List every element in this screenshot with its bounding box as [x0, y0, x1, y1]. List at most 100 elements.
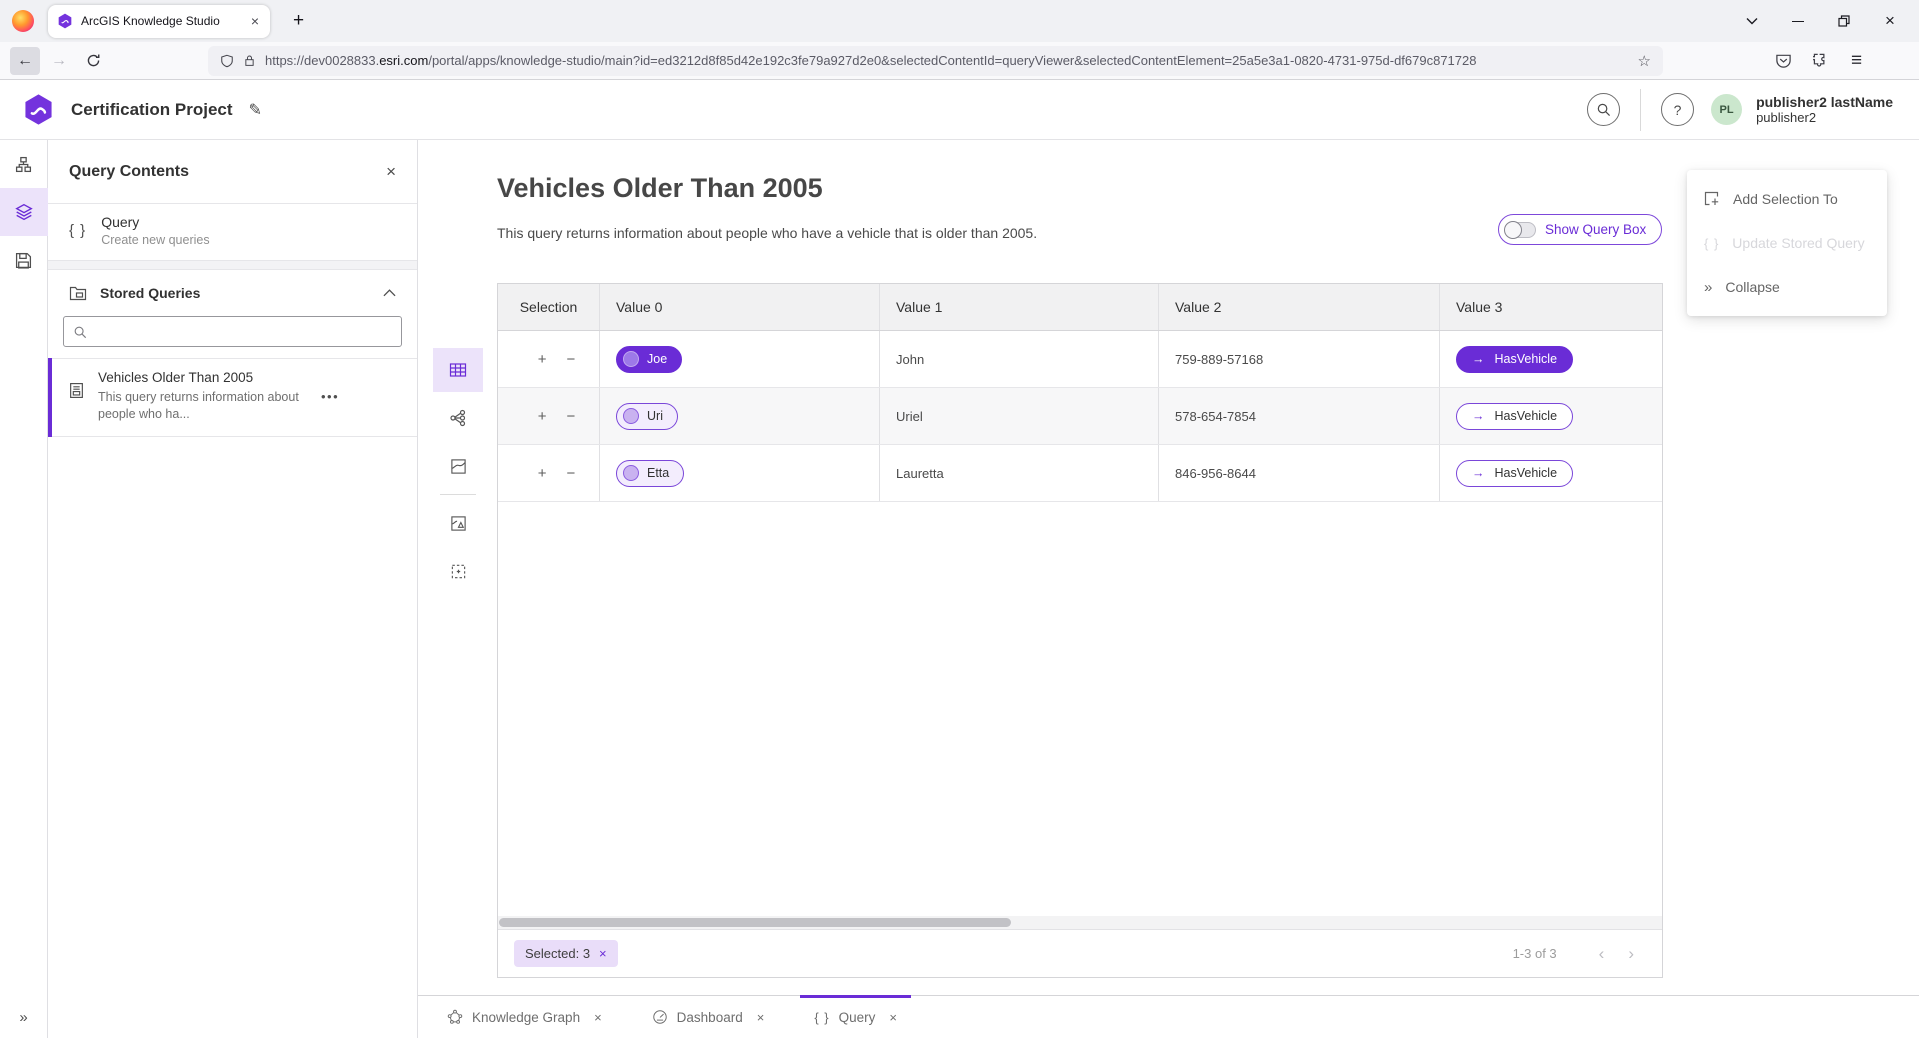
- show-query-box-label: Show Query Box: [1545, 222, 1646, 237]
- question-icon: ?: [1674, 102, 1682, 118]
- shield-icon[interactable]: [220, 54, 234, 68]
- header-search-button[interactable]: [1587, 93, 1620, 126]
- firefox-logo-icon[interactable]: [12, 10, 34, 32]
- close-tab-icon[interactable]: ×: [594, 1010, 602, 1025]
- header-divider: [1640, 89, 1641, 131]
- remove-selection-button[interactable]: −: [567, 352, 576, 367]
- menu-hamburger-icon[interactable]: ≡: [1851, 50, 1862, 72]
- selected-count-chip[interactable]: Selected: 3 ×: [514, 940, 618, 967]
- add-selection-button[interactable]: +: [538, 409, 547, 424]
- relationship-pill[interactable]: →HasVehicle: [1456, 403, 1573, 430]
- bookmark-star-icon[interactable]: ☆: [1638, 52, 1651, 70]
- window-minimize-button[interactable]: [1775, 5, 1821, 37]
- table-view-button[interactable]: [433, 348, 483, 392]
- arrow-right-icon: →: [1472, 466, 1485, 480]
- item-overflow-menu-icon[interactable]: •••: [321, 389, 339, 404]
- user-info[interactable]: publisher2 lastName publisher2: [1756, 94, 1905, 126]
- forward-button[interactable]: →: [44, 47, 74, 75]
- app-header: Certification Project ✎ ? PL publisher2 …: [0, 80, 1919, 140]
- entity-pill[interactable]: Uri: [616, 403, 678, 430]
- column-header-value2: Value 2: [1158, 284, 1439, 330]
- panel-header: Query Contents ×: [48, 140, 417, 204]
- extensions-puzzle-icon[interactable]: [1813, 52, 1830, 69]
- tab-knowledge-graph[interactable]: Knowledge Graph ×: [433, 996, 616, 1038]
- selected-indicator-bar: [48, 358, 52, 437]
- remove-selection-button[interactable]: −: [567, 466, 576, 481]
- tab-list-chevron-icon[interactable]: [1729, 5, 1775, 37]
- rail-project-tree-button[interactable]: [0, 140, 48, 188]
- chevron-up-icon[interactable]: [383, 289, 396, 297]
- stored-queries-title: Stored Queries: [100, 285, 370, 301]
- selection-tool-button[interactable]: [433, 549, 483, 593]
- relationship-pill[interactable]: →HasVehicle: [1456, 346, 1573, 373]
- edit-title-icon[interactable]: ✎: [249, 100, 262, 120]
- rail-contents-button[interactable]: [0, 188, 48, 236]
- entity-pill[interactable]: Etta: [616, 460, 684, 487]
- close-tab-icon[interactable]: ×: [889, 1010, 897, 1025]
- toggle-switch[interactable]: [1505, 222, 1536, 238]
- reload-button[interactable]: [78, 47, 108, 75]
- back-button[interactable]: ←: [10, 47, 40, 75]
- stored-query-item[interactable]: Vehicles Older Than 2005 This query retu…: [48, 358, 417, 437]
- show-query-box-toggle[interactable]: Show Query Box: [1498, 214, 1662, 245]
- help-button[interactable]: ?: [1661, 93, 1694, 126]
- project-title: Certification Project: [71, 100, 233, 120]
- entity-icon: [623, 351, 639, 367]
- toolbar-divider: [440, 494, 476, 495]
- page-title: Vehicles Older Than 2005: [497, 173, 823, 204]
- horizontal-scrollbar[interactable]: [498, 916, 1662, 929]
- clear-selection-icon[interactable]: ×: [599, 946, 607, 961]
- query-actions-menu: Add Selection To { } Update Stored Query…: [1687, 170, 1887, 316]
- url-text: https://dev0028833.esri.com/portal/apps/…: [265, 53, 1629, 68]
- table-row: + − Etta Lauretta 846-956-8644 →HasVehic…: [498, 445, 1662, 502]
- arrow-right-icon: →: [1472, 409, 1485, 423]
- search-input[interactable]: [95, 324, 392, 339]
- entity-icon: [623, 465, 639, 481]
- braces-icon: { }: [814, 1010, 829, 1025]
- close-tab-icon[interactable]: ×: [757, 1010, 765, 1025]
- menu-item-update-stored-query[interactable]: { } Update Stored Query: [1687, 221, 1887, 265]
- add-selection-button[interactable]: +: [538, 352, 547, 367]
- new-query-item[interactable]: { } Query Create new queries: [48, 204, 417, 261]
- user-avatar[interactable]: PL: [1711, 94, 1742, 125]
- link-chart-view-button[interactable]: [433, 396, 483, 440]
- column-header-value1: Value 1: [879, 284, 1158, 330]
- menu-item-add-selection-to[interactable]: Add Selection To: [1687, 177, 1887, 221]
- lock-icon[interactable]: [243, 54, 256, 67]
- double-chevron-icon: »: [1704, 279, 1712, 296]
- tab-dashboard[interactable]: Dashboard ×: [638, 996, 779, 1038]
- add-to-map-button[interactable]: [433, 501, 483, 545]
- remove-selection-button[interactable]: −: [567, 409, 576, 424]
- column-header-value3: Value 3: [1439, 284, 1662, 330]
- tab-query[interactable]: { } Query ×: [800, 996, 911, 1038]
- browser-tab-strip: ArcGIS Knowledge Studio × + ×: [0, 0, 1919, 42]
- url-bar[interactable]: https://dev0028833.esri.com/portal/apps/…: [208, 46, 1663, 76]
- window-restore-button[interactable]: [1821, 5, 1867, 37]
- browser-tab-active[interactable]: ArcGIS Knowledge Studio ×: [48, 5, 270, 38]
- scrollbar-thumb[interactable]: [499, 918, 1011, 927]
- tab-close-icon[interactable]: ×: [249, 13, 261, 29]
- next-page-button[interactable]: ›: [1616, 945, 1646, 962]
- pocket-icon[interactable]: [1775, 52, 1792, 69]
- search-icon: [73, 325, 87, 339]
- entity-pill[interactable]: Joe: [616, 346, 682, 373]
- stored-queries-header[interactable]: Stored Queries: [48, 270, 417, 315]
- results-table: Selection Value 0 Value 1 Value 2 Value …: [497, 283, 1663, 978]
- relationship-pill[interactable]: →HasVehicle: [1456, 460, 1573, 487]
- rail-expand-icon[interactable]: »: [11, 1005, 35, 1030]
- toggle-knob: [1504, 221, 1522, 239]
- add-selection-button[interactable]: +: [538, 466, 547, 481]
- new-query-title: Query: [101, 214, 209, 230]
- stored-query-description: This query returns information about peo…: [98, 389, 308, 423]
- previous-page-button[interactable]: ‹: [1587, 945, 1617, 962]
- menu-item-collapse[interactable]: » Collapse: [1687, 265, 1887, 309]
- map-view-button[interactable]: [433, 444, 483, 488]
- new-tab-button[interactable]: +: [287, 10, 310, 32]
- rail-save-button[interactable]: [0, 236, 48, 284]
- stored-queries-search[interactable]: [63, 316, 402, 347]
- panel-close-icon[interactable]: ×: [386, 162, 396, 182]
- user-name: publisher2 lastName: [1756, 94, 1893, 111]
- folder-icon: [69, 285, 87, 301]
- window-close-button[interactable]: ×: [1867, 5, 1913, 37]
- braces-icon: { }: [69, 222, 86, 239]
